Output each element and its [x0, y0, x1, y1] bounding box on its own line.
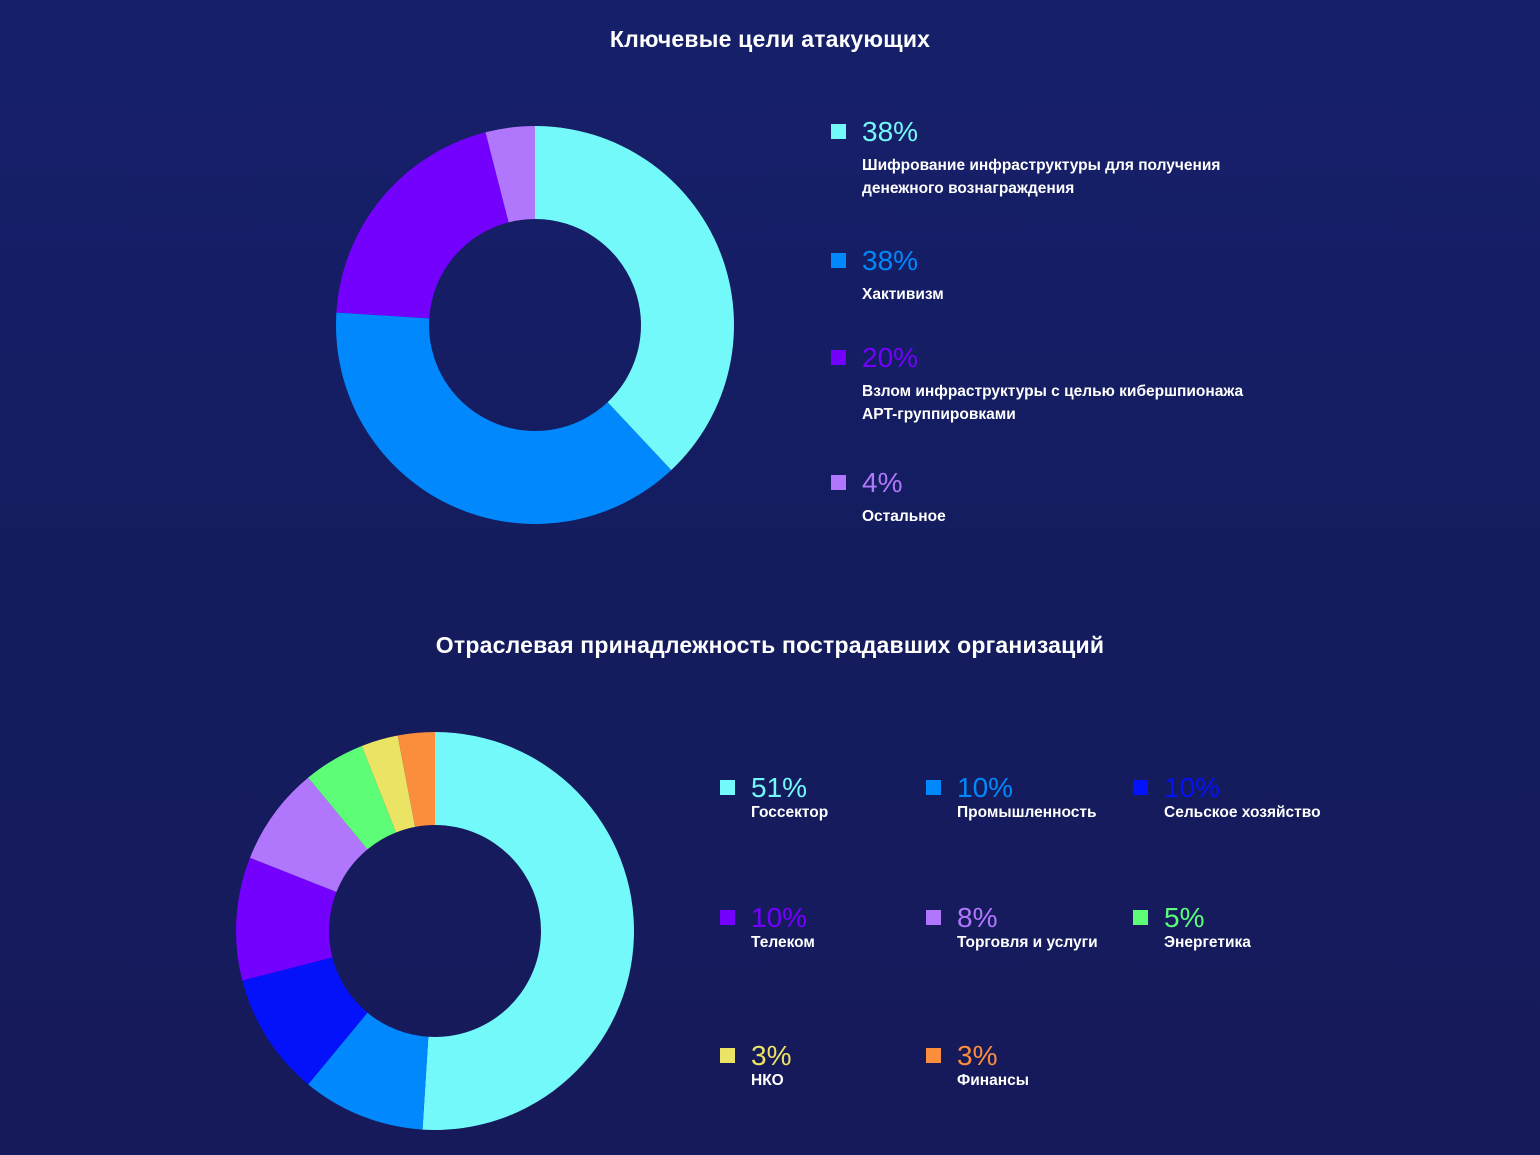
industries-legend-label-7: Финансы	[957, 1069, 1029, 1092]
goals-legend-label-line-2-1: APT-группировками	[862, 406, 1016, 423]
industries-legend-percent-6: 3%	[751, 1040, 792, 1071]
industries-legend-swatch-5	[1133, 910, 1148, 925]
industries-legend-swatch-7	[926, 1048, 941, 1063]
industries-legend-percent-2: 10%	[1164, 772, 1221, 803]
industries-legend-label-line-5-0: Энергетика	[1164, 934, 1251, 951]
goals-legend-swatch-3	[831, 475, 846, 490]
industries-legend-label-line-7-0: Финансы	[957, 1072, 1029, 1089]
goals-slice-0	[535, 126, 734, 471]
industries-slice-0	[422, 732, 635, 1130]
donut-chart-victim-industries	[236, 732, 635, 1130]
chart-title-attacker-goals: Ключевые цели атакующих	[609, 26, 931, 52]
industries-legend-percent-0: 51%	[751, 772, 808, 803]
goals-legend-label-line-0-0: Шифрование инфраструктуры для получения	[862, 157, 1221, 174]
industries-legend-swatch-4	[926, 910, 941, 925]
industries-legend-label-1: Промышленность	[957, 801, 1097, 824]
industries-legend-label-line-4-0: Торговля и услуги	[957, 934, 1098, 951]
goals-legend-percent-2: 20%	[862, 342, 919, 373]
goals-slice-1	[336, 312, 672, 524]
industries-legend-percent-1: 10%	[957, 772, 1014, 803]
industries-legend-label-line-2-0: Сельское хозяйство	[1164, 804, 1321, 821]
industries-legend-label-2: Сельское хозяйство	[1164, 801, 1321, 824]
goals-legend-label-0: Шифрование инфраструктуры для получения д…	[862, 154, 1220, 200]
industries-legend-percent-5: 5%	[1164, 902, 1205, 933]
industries-legend-percent-7: 3%	[957, 1040, 998, 1071]
industries-legend-label-0: Госсектор	[751, 801, 828, 824]
goals-legend-swatch-0	[831, 124, 846, 139]
goals-legend-label-line-2-0: Взлом инфраструктуры с целью кибершпиона…	[862, 383, 1244, 400]
goals-legend-label-line-0-1: денежного вознаграждения	[862, 180, 1075, 197]
industries-legend-swatch-6	[720, 1048, 735, 1063]
goals-legend-swatch-1	[831, 253, 846, 268]
donut-chart-attacker-goals	[336, 126, 734, 524]
industries-legend-label-line-6-0: НКО	[751, 1072, 784, 1089]
industries-legend-swatch-2	[1133, 780, 1148, 795]
industries-legend-label-3: Телеком	[751, 931, 815, 954]
goals-legend-label-line-3-0: Остальное	[862, 508, 946, 525]
goals-legend-percent-3: 4%	[862, 467, 903, 498]
industries-legend-percent-4: 8%	[957, 902, 998, 933]
industries-legend-label-line-0-0: Госсектор	[751, 804, 829, 821]
goals-legend-percent-0: 38%	[862, 116, 919, 147]
industries-legend-label-line-1-0: Промышленность	[957, 804, 1097, 821]
industries-legend-label-4: Торговля и услуги	[957, 931, 1098, 954]
goals-legend-percent-1: 38%	[862, 245, 919, 276]
industries-legend-label-6: НКО	[751, 1069, 784, 1092]
goals-legend-label-2: Взлом инфраструктуры с целью кибершпиона…	[862, 380, 1243, 426]
goals-legend-label-line-1-0: Хактивизм	[862, 286, 944, 303]
goals-legend-label-1: Хактивизм	[862, 283, 944, 306]
goals-slice-2	[336, 132, 509, 319]
industries-legend-swatch-3	[720, 910, 735, 925]
industries-legend-swatch-0	[720, 780, 735, 795]
industries-legend-percent-3: 10%	[751, 902, 808, 933]
industries-legend-label-line-3-0: Телеком	[751, 934, 815, 951]
goals-legend-swatch-2	[831, 350, 846, 365]
industries-legend-label-5: Энергетика	[1164, 931, 1251, 954]
industries-legend-swatch-1	[926, 780, 941, 795]
chart-title-victim-industries: Отраслевая принадлежность пострадавших о…	[435, 632, 1105, 658]
goals-legend-label-3: Остальное	[862, 505, 946, 528]
